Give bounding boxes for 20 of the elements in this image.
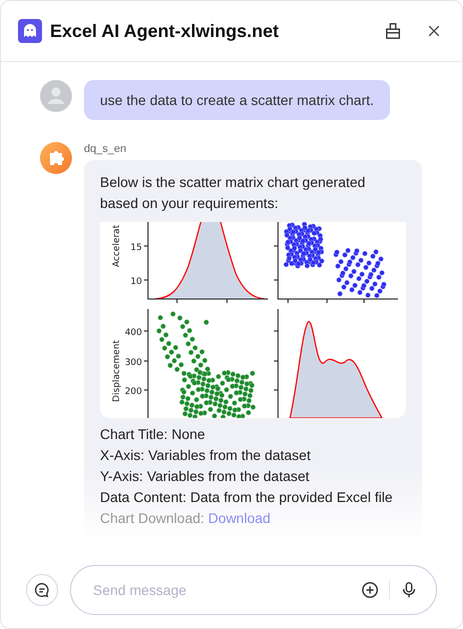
ghost-logo-icon bbox=[18, 19, 42, 43]
chat-icon bbox=[33, 581, 51, 599]
new-chat-button[interactable] bbox=[26, 574, 58, 606]
bot-name: dq_s_en bbox=[84, 142, 128, 156]
message-input[interactable]: Send message bbox=[91, 581, 351, 599]
window-title: Excel AI Agent-xlwings.net bbox=[50, 20, 280, 42]
detail-line: Y-Axis: Variables from the dataset bbox=[100, 467, 310, 486]
plus-icon bbox=[361, 581, 379, 599]
message-field[interactable]: Send message bbox=[70, 565, 437, 615]
microphone-icon bbox=[400, 581, 418, 599]
download-line: Chart Download: Download bbox=[100, 509, 272, 528]
user-avatar-icon bbox=[40, 80, 72, 112]
bot-avatar-icon bbox=[40, 142, 72, 174]
user-message: use the data to create a scatter matrix chart. bbox=[84, 80, 390, 120]
message-text: Below is the scatter matrix chart generated based on your requirements: bbox=[100, 173, 366, 213]
detail-line: Chart Title: None bbox=[100, 425, 206, 444]
close-icon bbox=[426, 23, 442, 39]
detail-line: X-Axis: Variables from the dataset bbox=[100, 446, 312, 465]
download-link[interactable]: Download bbox=[208, 510, 270, 526]
detail-line: Data Content: Data from the provided Excel file bbox=[100, 488, 394, 507]
